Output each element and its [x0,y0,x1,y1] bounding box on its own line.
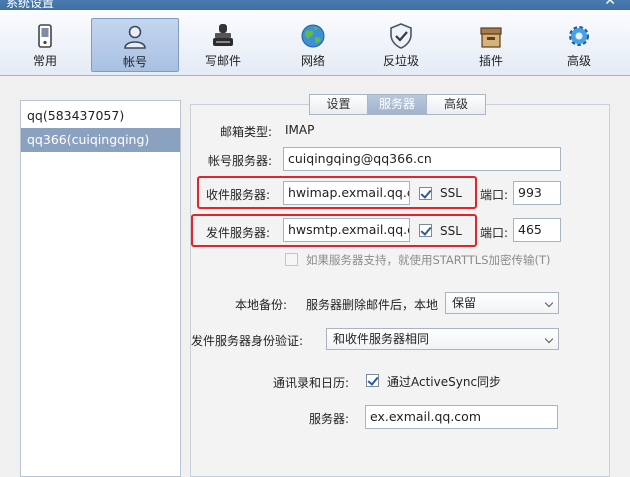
box-icon [480,27,502,48]
tool-network[interactable]: 网络 [278,18,348,72]
account-server-label: 帐号服务器: [208,154,273,168]
tab-server[interactable]: 服务器 [367,94,427,115]
incoming-ssl-label: SSL [440,186,462,200]
activesync-label: 通过ActiveSync同步 [387,375,502,389]
activesync-checkbox[interactable] [366,374,379,387]
tool-plugins[interactable]: 插件 [456,18,526,72]
close-icon[interactable]: ✕ [604,0,616,9]
outgoing-ssl-checkbox[interactable] [419,224,432,237]
backup-label: 本地备份: [235,298,288,312]
outgoing-ssl-label: SSL [440,224,462,238]
chevron-down-icon [544,334,554,344]
backup-select[interactable]: 保留 [445,292,559,314]
account-list: qq(583437057) qq366(cuiqingqing) [20,100,181,477]
tab-settings[interactable]: 设置 [309,94,368,115]
backup-desc: 服务器删除邮件后，本地 [306,298,439,312]
incoming-server-input[interactable]: hwimap.exmail.qq.cc [283,181,410,205]
stamp-icon [213,24,233,46]
shield-icon [390,23,412,49]
contacts-label: 通讯录和日历: [273,376,350,390]
auth-select[interactable]: 和收件服务器相同 [326,328,559,350]
account-item[interactable]: qq(583437057) [21,104,180,128]
title-bar: 系统设置 ✕ [0,0,630,10]
starttls-checkbox[interactable] [285,253,298,266]
window-title: 系统设置 [6,0,55,10]
tool-compose[interactable]: 写邮件 [188,18,258,72]
tool-advanced[interactable]: 高级 [544,18,614,72]
gear-icon [569,26,589,46]
starttls-label: 如果服务器支持，就使用STARTTLS加密传输(T) [306,253,551,267]
outgoing-port-label: 端口: [480,226,509,240]
mail-type-value: IMAP [285,123,315,137]
mail-type-label: 邮箱类型: [220,125,273,139]
user-icon [124,25,146,49]
outgoing-server-label: 发件服务器: [206,226,271,240]
tool-common[interactable]: 常用 [10,18,80,72]
globe-icon [301,24,325,48]
tool-antispam[interactable]: 反垃圾 [366,18,436,72]
outgoing-server-input[interactable]: hwsmtp.exmail.qq.cc [283,218,410,242]
chevron-down-icon [544,298,554,308]
tool-account[interactable]: 帐号 [91,18,179,72]
sync-server-input[interactable]: ex.exmail.qq.com [365,405,558,429]
tab-advanced[interactable]: 高级 [426,94,486,115]
incoming-port-input[interactable]: 993 [513,181,561,205]
incoming-ssl-checkbox[interactable] [419,187,432,200]
auth-label: 发件服务器身份验证: [191,334,304,348]
incoming-server-label: 收件服务器: [206,188,271,202]
account-item-selected[interactable]: qq366(cuiqingqing) [21,128,180,152]
sync-server-label: 服务器: [309,412,350,426]
outgoing-port-input[interactable]: 465 [513,218,561,242]
toolbar: 常用 帐号 写邮件 网络 反垃圾 插件 高级 [0,10,630,76]
incoming-port-label: 端口: [480,188,509,202]
phone-icon [38,24,52,48]
account-server-input[interactable]: cuiqingqing@qq366.cn [283,147,561,171]
